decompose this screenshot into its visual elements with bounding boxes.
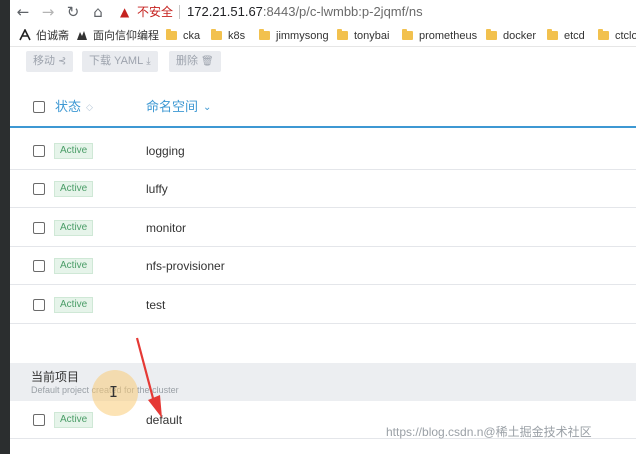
watermark: https://blog.csdn.n@稀土掘金技术社区	[386, 425, 592, 439]
bookmark-label: tonybai	[354, 30, 390, 42]
sort-descending-icon: ⌄	[203, 102, 212, 113]
table-header: 状态 ◇ 命名空间 ⌄	[0, 86, 636, 128]
status-badge: Active	[54, 297, 94, 313]
left-edge	[0, 0, 10, 454]
column-header-label: 状态	[55, 99, 82, 114]
arrow-head	[148, 395, 162, 418]
url-divider	[179, 5, 180, 19]
bulk-actions-toolbar: 移动 ⊰ 下载 YAML ⤓ 删除 🗑	[0, 47, 636, 79]
bookmark-item[interactable]: tonybai	[337, 28, 389, 44]
table-row[interactable]: Active test	[0, 286, 636, 324]
namespace-name[interactable]: test	[146, 297, 165, 313]
folder-icon	[337, 29, 348, 40]
row-checkbox[interactable]	[33, 414, 45, 426]
bookmark-label: k8s	[228, 30, 246, 42]
row-checkbox[interactable]	[33, 145, 45, 157]
bookmark-label: 伯诚斋	[36, 30, 69, 42]
reload-icon[interactable]: ↻	[63, 2, 83, 22]
bookmark-icon	[19, 29, 31, 41]
bookmarks-bar: 伯诚斋 面向信仰编程 cka k8s jimmysong tonybai pro…	[0, 24, 636, 47]
group-title: 当前项目	[31, 370, 80, 384]
folder-icon	[259, 29, 270, 40]
bookmark-item[interactable]: 面向信仰编程	[76, 28, 159, 44]
move-icon: ⊰	[58, 56, 67, 67]
bookmark-label: 面向信仰编程	[93, 30, 159, 42]
table-row[interactable]: Active nfs-provisioner	[0, 247, 636, 285]
delete-label: 删除	[176, 55, 198, 67]
status-badge: Active	[54, 258, 94, 274]
folder-icon	[402, 29, 413, 40]
download-yaml-button[interactable]: 下载 YAML ⤓	[82, 51, 158, 72]
download-label: 下载 YAML	[89, 55, 144, 67]
bookmark-icon	[77, 31, 87, 40]
browser-address-bar: ← → ↻ ⌂ ▲ 不安全 172.21.51.67:8443/p/c-lwmb…	[0, 0, 636, 24]
home-icon[interactable]: ⌂	[88, 2, 108, 22]
folder-icon	[211, 29, 222, 40]
bookmark-label: docker	[503, 30, 537, 42]
row-checkbox[interactable]	[33, 222, 45, 234]
url-path: :8443/p/c-lwmbb:p-2jqmf/ns	[262, 4, 423, 19]
url-host: 172.21.51.67	[187, 4, 263, 19]
arrow-shaft	[135, 337, 156, 403]
trash-icon: 🗑	[201, 56, 214, 67]
red-arrow-annotation	[135, 337, 162, 418]
select-all-checkbox[interactable]	[33, 101, 45, 113]
forward-icon[interactable]: →	[38, 2, 58, 22]
bookmark-item[interactable]: jimmysong	[259, 28, 329, 44]
status-badge: Active	[54, 143, 94, 159]
move-button[interactable]: 移动 ⊰	[26, 51, 74, 72]
column-header-state[interactable]: 状态 ◇	[55, 99, 93, 115]
status-badge: Active	[54, 220, 94, 236]
bookmark-item[interactable]: etcd	[547, 28, 585, 44]
bookmark-item[interactable]: prometheus	[402, 28, 477, 44]
bookmark-item[interactable]: docker	[486, 28, 536, 44]
back-icon[interactable]: ←	[13, 2, 33, 22]
table-row[interactable]: Active monitor	[0, 209, 636, 247]
bookmark-label: etcd	[564, 30, 585, 42]
namespace-name[interactable]: monitor	[146, 220, 186, 236]
column-header-label: 命名空间	[146, 99, 199, 114]
bookmark-label: ctclo	[615, 30, 636, 42]
namespace-name[interactable]: logging	[146, 143, 185, 159]
bookmark-item[interactable]: cka	[166, 28, 200, 44]
folder-icon	[166, 29, 177, 40]
status-badge: Active	[54, 181, 94, 197]
column-header-namespace[interactable]: 命名空间 ⌄	[146, 99, 211, 115]
folder-icon	[486, 29, 497, 40]
download-icon: ⤓	[146, 56, 151, 67]
status-badge: Active	[54, 412, 94, 428]
move-label: 移动	[33, 55, 55, 67]
security-label[interactable]: 不安全	[137, 4, 173, 20]
delete-button[interactable]: 删除 🗑	[169, 51, 221, 72]
namespace-name[interactable]: luffy	[146, 181, 168, 197]
text-cursor-icon: I	[109, 383, 119, 401]
url-field[interactable]: 172.21.51.67:8443/p/c-lwmbb:p-2jqmf/ns	[187, 3, 423, 21]
bookmark-item[interactable]: k8s	[211, 28, 245, 44]
app-window: ← → ↻ ⌂ ▲ 不安全 172.21.51.67:8443/p/c-lwmb…	[0, 0, 636, 454]
table-row[interactable]: Active luffy	[0, 170, 636, 208]
folder-icon	[598, 29, 609, 40]
row-checkbox[interactable]	[33, 183, 45, 195]
bookmark-label: jimmysong	[276, 30, 329, 42]
row-checkbox[interactable]	[33, 299, 45, 311]
bookmark-label: prometheus	[419, 30, 478, 42]
bookmark-item[interactable]: 伯诚斋	[19, 28, 69, 44]
bookmark-label: cka	[183, 30, 201, 42]
table-row[interactable]: Active logging	[0, 132, 636, 170]
folder-icon	[547, 29, 558, 40]
row-checkbox[interactable]	[33, 260, 45, 272]
sort-icon: ◇	[86, 103, 93, 113]
bookmark-item[interactable]: ctclo	[598, 28, 636, 44]
warning-icon[interactable]: ▲	[120, 4, 129, 20]
namespace-name[interactable]: nfs-provisioner	[146, 258, 225, 274]
